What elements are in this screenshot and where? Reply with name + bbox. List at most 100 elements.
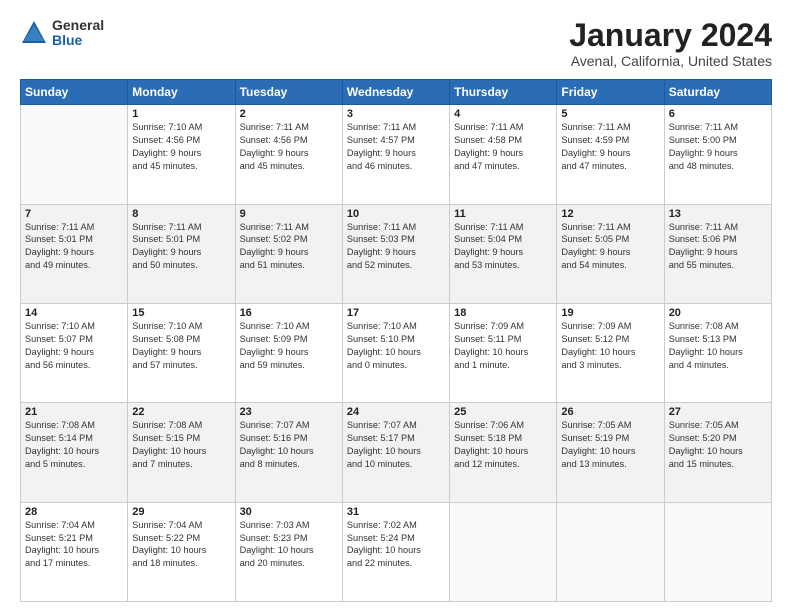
calendar-day: 25Sunrise: 7:06 AM Sunset: 5:18 PM Dayli… — [450, 403, 557, 502]
calendar-day: 13Sunrise: 7:11 AM Sunset: 5:06 PM Dayli… — [664, 204, 771, 303]
day-info: Sunrise: 7:05 AM Sunset: 5:20 PM Dayligh… — [669, 419, 767, 471]
col-wednesday: Wednesday — [342, 80, 449, 105]
calendar-day: 6Sunrise: 7:11 AM Sunset: 5:00 PM Daylig… — [664, 105, 771, 204]
calendar-table: Sunday Monday Tuesday Wednesday Thursday… — [20, 79, 772, 602]
calendar-day: 15Sunrise: 7:10 AM Sunset: 5:08 PM Dayli… — [128, 303, 235, 402]
day-info: Sunrise: 7:11 AM Sunset: 4:57 PM Dayligh… — [347, 121, 445, 173]
calendar-title: January 2024 — [569, 18, 772, 53]
day-number: 15 — [132, 307, 230, 319]
day-number: 16 — [240, 307, 338, 319]
calendar-day: 30Sunrise: 7:03 AM Sunset: 5:23 PM Dayli… — [235, 502, 342, 601]
col-monday: Monday — [128, 80, 235, 105]
calendar-day: 10Sunrise: 7:11 AM Sunset: 5:03 PM Dayli… — [342, 204, 449, 303]
logo-blue-text: Blue — [52, 33, 104, 48]
day-number: 22 — [132, 406, 230, 418]
header-row: Sunday Monday Tuesday Wednesday Thursday… — [21, 80, 772, 105]
calendar-day: 14Sunrise: 7:10 AM Sunset: 5:07 PM Dayli… — [21, 303, 128, 402]
day-number: 11 — [454, 208, 552, 220]
day-number: 17 — [347, 307, 445, 319]
day-info: Sunrise: 7:10 AM Sunset: 5:08 PM Dayligh… — [132, 320, 230, 372]
day-info: Sunrise: 7:03 AM Sunset: 5:23 PM Dayligh… — [240, 519, 338, 571]
day-info: Sunrise: 7:09 AM Sunset: 5:12 PM Dayligh… — [561, 320, 659, 372]
logo-general-text: General — [52, 18, 104, 33]
calendar-day: 18Sunrise: 7:09 AM Sunset: 5:11 PM Dayli… — [450, 303, 557, 402]
day-info: Sunrise: 7:08 AM Sunset: 5:14 PM Dayligh… — [25, 419, 123, 471]
day-info: Sunrise: 7:11 AM Sunset: 4:59 PM Dayligh… — [561, 121, 659, 173]
col-thursday: Thursday — [450, 80, 557, 105]
calendar-day: 28Sunrise: 7:04 AM Sunset: 5:21 PM Dayli… — [21, 502, 128, 601]
calendar-day: 11Sunrise: 7:11 AM Sunset: 5:04 PM Dayli… — [450, 204, 557, 303]
logo-text: General Blue — [52, 18, 104, 49]
day-info: Sunrise: 7:10 AM Sunset: 5:07 PM Dayligh… — [25, 320, 123, 372]
calendar-location: Avenal, California, United States — [569, 53, 772, 69]
day-number: 23 — [240, 406, 338, 418]
calendar-day: 31Sunrise: 7:02 AM Sunset: 5:24 PM Dayli… — [342, 502, 449, 601]
day-info: Sunrise: 7:11 AM Sunset: 5:01 PM Dayligh… — [25, 221, 123, 273]
calendar-day: 17Sunrise: 7:10 AM Sunset: 5:10 PM Dayli… — [342, 303, 449, 402]
calendar-week-2: 7Sunrise: 7:11 AM Sunset: 5:01 PM Daylig… — [21, 204, 772, 303]
calendar-day: 16Sunrise: 7:10 AM Sunset: 5:09 PM Dayli… — [235, 303, 342, 402]
day-number: 30 — [240, 506, 338, 518]
calendar-day: 26Sunrise: 7:05 AM Sunset: 5:19 PM Dayli… — [557, 403, 664, 502]
calendar-day: 20Sunrise: 7:08 AM Sunset: 5:13 PM Dayli… — [664, 303, 771, 402]
day-number: 13 — [669, 208, 767, 220]
day-number: 4 — [454, 108, 552, 120]
day-number: 28 — [25, 506, 123, 518]
day-info: Sunrise: 7:10 AM Sunset: 5:09 PM Dayligh… — [240, 320, 338, 372]
calendar-day — [557, 502, 664, 601]
calendar-day: 8Sunrise: 7:11 AM Sunset: 5:01 PM Daylig… — [128, 204, 235, 303]
day-info: Sunrise: 7:08 AM Sunset: 5:15 PM Dayligh… — [132, 419, 230, 471]
day-number: 19 — [561, 307, 659, 319]
day-number: 7 — [25, 208, 123, 220]
calendar-day: 24Sunrise: 7:07 AM Sunset: 5:17 PM Dayli… — [342, 403, 449, 502]
day-number: 14 — [25, 307, 123, 319]
day-info: Sunrise: 7:10 AM Sunset: 5:10 PM Dayligh… — [347, 320, 445, 372]
calendar-day: 1Sunrise: 7:10 AM Sunset: 4:56 PM Daylig… — [128, 105, 235, 204]
day-number: 29 — [132, 506, 230, 518]
calendar-day: 2Sunrise: 7:11 AM Sunset: 4:56 PM Daylig… — [235, 105, 342, 204]
day-info: Sunrise: 7:11 AM Sunset: 5:06 PM Dayligh… — [669, 221, 767, 273]
calendar-day: 7Sunrise: 7:11 AM Sunset: 5:01 PM Daylig… — [21, 204, 128, 303]
day-info: Sunrise: 7:08 AM Sunset: 5:13 PM Dayligh… — [669, 320, 767, 372]
day-info: Sunrise: 7:11 AM Sunset: 4:56 PM Dayligh… — [240, 121, 338, 173]
day-info: Sunrise: 7:04 AM Sunset: 5:22 PM Dayligh… — [132, 519, 230, 571]
day-info: Sunrise: 7:11 AM Sunset: 5:03 PM Dayligh… — [347, 221, 445, 273]
header: General Blue January 2024 Avenal, Califo… — [20, 18, 772, 69]
calendar-day — [21, 105, 128, 204]
day-number: 1 — [132, 108, 230, 120]
day-info: Sunrise: 7:05 AM Sunset: 5:19 PM Dayligh… — [561, 419, 659, 471]
calendar-day: 22Sunrise: 7:08 AM Sunset: 5:15 PM Dayli… — [128, 403, 235, 502]
calendar-day — [450, 502, 557, 601]
day-number: 9 — [240, 208, 338, 220]
day-info: Sunrise: 7:11 AM Sunset: 4:58 PM Dayligh… — [454, 121, 552, 173]
day-info: Sunrise: 7:11 AM Sunset: 5:00 PM Dayligh… — [669, 121, 767, 173]
day-info: Sunrise: 7:11 AM Sunset: 5:05 PM Dayligh… — [561, 221, 659, 273]
day-number: 31 — [347, 506, 445, 518]
calendar-day: 19Sunrise: 7:09 AM Sunset: 5:12 PM Dayli… — [557, 303, 664, 402]
calendar-day: 4Sunrise: 7:11 AM Sunset: 4:58 PM Daylig… — [450, 105, 557, 204]
day-number: 5 — [561, 108, 659, 120]
calendar-day: 27Sunrise: 7:05 AM Sunset: 5:20 PM Dayli… — [664, 403, 771, 502]
day-number: 12 — [561, 208, 659, 220]
col-sunday: Sunday — [21, 80, 128, 105]
title-block: January 2024 Avenal, California, United … — [569, 18, 772, 69]
day-info: Sunrise: 7:11 AM Sunset: 5:01 PM Dayligh… — [132, 221, 230, 273]
day-number: 10 — [347, 208, 445, 220]
calendar-day — [664, 502, 771, 601]
day-info: Sunrise: 7:11 AM Sunset: 5:04 PM Dayligh… — [454, 221, 552, 273]
day-info: Sunrise: 7:07 AM Sunset: 5:16 PM Dayligh… — [240, 419, 338, 471]
calendar-day: 3Sunrise: 7:11 AM Sunset: 4:57 PM Daylig… — [342, 105, 449, 204]
calendar-day: 21Sunrise: 7:08 AM Sunset: 5:14 PM Dayli… — [21, 403, 128, 502]
logo: General Blue — [20, 18, 104, 49]
day-info: Sunrise: 7:06 AM Sunset: 5:18 PM Dayligh… — [454, 419, 552, 471]
day-number: 26 — [561, 406, 659, 418]
calendar-week-5: 28Sunrise: 7:04 AM Sunset: 5:21 PM Dayli… — [21, 502, 772, 601]
day-number: 2 — [240, 108, 338, 120]
calendar-day: 12Sunrise: 7:11 AM Sunset: 5:05 PM Dayli… — [557, 204, 664, 303]
day-number: 27 — [669, 406, 767, 418]
day-number: 18 — [454, 307, 552, 319]
logo-icon — [20, 19, 48, 47]
day-number: 8 — [132, 208, 230, 220]
day-info: Sunrise: 7:09 AM Sunset: 5:11 PM Dayligh… — [454, 320, 552, 372]
calendar-day: 23Sunrise: 7:07 AM Sunset: 5:16 PM Dayli… — [235, 403, 342, 502]
